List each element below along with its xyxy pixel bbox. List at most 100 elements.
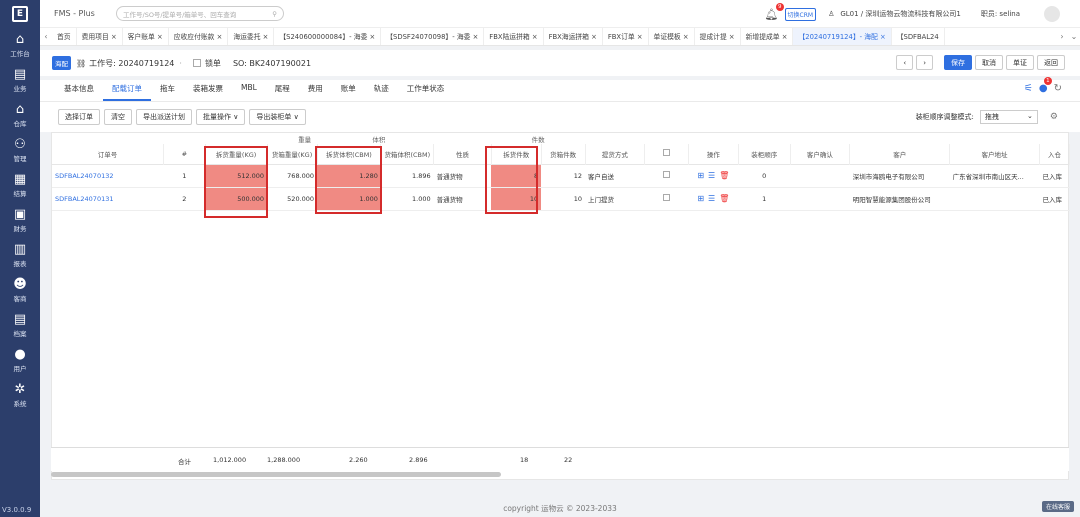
address-cell: 广东省深圳市南山区天...: [949, 164, 1040, 188]
page-tab[interactable]: FBX陆运拼箱 ×: [484, 28, 544, 45]
column-header[interactable]: 操作: [688, 144, 739, 164]
nature-cell: 普通货物: [433, 164, 492, 188]
column-header[interactable]: 装柜顺序: [738, 144, 791, 164]
page-tab[interactable]: 【SDFBAL24: [892, 28, 945, 45]
bell-icon[interactable]: 🔔︎ 9: [765, 2, 784, 21]
order-number-link[interactable]: SDFBAL24070131: [52, 187, 164, 211]
tabs-next-icon[interactable]: ›: [1056, 32, 1068, 41]
gear-icon[interactable]: ⚙: [1050, 112, 1058, 122]
column-header[interactable]: 提货方式: [585, 144, 646, 164]
export-loading-list-dropdown[interactable]: 导出装柜单 ∨: [249, 109, 306, 125]
page-tab[interactable]: FBX订单 ×: [603, 28, 649, 45]
global-search-input[interactable]: 工作号/SO号/提单号/箱单号、回车查询 ⚲: [116, 6, 284, 21]
detail-tab[interactable]: 轨迹: [365, 83, 398, 101]
user-notify-icon[interactable]: ● 1: [1039, 77, 1052, 94]
detail-tab[interactable]: 尾程: [266, 83, 299, 101]
column-header[interactable]: #: [163, 144, 206, 164]
link-icon[interactable]: ⛓: [76, 59, 86, 68]
edit-icon[interactable]: ⊞: [697, 171, 704, 180]
sidebar-item[interactable]: ▤ 档案: [0, 308, 40, 343]
horizontal-scrollbar[interactable]: [51, 472, 501, 477]
cancel-button[interactable]: 取消: [975, 55, 1003, 70]
page-tab[interactable]: 单证模板 ×: [649, 28, 695, 45]
company-name[interactable]: GL01 / 深圳运物云物流科技有限公司1: [840, 9, 961, 19]
tabs-prev-icon[interactable]: ‹: [40, 32, 52, 41]
page-tab[interactable]: 【S240600000084】- 海委 ×: [274, 28, 382, 45]
sidebar-item[interactable]: ⌂ 仓库: [0, 98, 40, 133]
refresh-icon[interactable]: ↻: [1054, 83, 1062, 94]
page-tab[interactable]: 【SDSF24070098】- 海委 ×: [381, 28, 485, 45]
page-tab[interactable]: 应收应付账款 ×: [169, 28, 229, 45]
edit-icon[interactable]: ⊞: [697, 194, 704, 203]
lock-checkbox[interactable]: [192, 59, 201, 67]
row-index: 1: [163, 164, 206, 188]
online-service-button[interactable]: 在线客服: [1041, 501, 1074, 512]
page-tab[interactable]: 新增提成单 ×: [741, 28, 794, 45]
delete-icon[interactable]: 🗑︎: [719, 194, 729, 203]
mode-select[interactable]: 拖拽 ⌄: [979, 110, 1038, 124]
logo-icon: E: [12, 6, 28, 22]
column-header[interactable]: 货箱体积(CBM): [380, 144, 435, 164]
detail-tab[interactable]: 拖车: [151, 83, 184, 101]
list-icon[interactable]: ☰: [708, 194, 715, 203]
box-pieces-cell: 10: [541, 187, 586, 211]
documents-button[interactable]: 单证: [1006, 55, 1034, 70]
switch-crm-button[interactable]: 切换CRM: [784, 7, 817, 21]
detail-tab[interactable]: 装箱发票: [184, 83, 232, 101]
batch-operation-dropdown[interactable]: 批量操作 ∨: [196, 109, 246, 125]
select-all-checkbox[interactable]: [644, 144, 689, 164]
avatar[interactable]: [1044, 6, 1060, 22]
page-tab[interactable]: 提成计提 ×: [695, 28, 741, 45]
detail-tab[interactable]: 配载订单: [103, 83, 151, 101]
sidebar-item[interactable]: ● 用户: [0, 343, 40, 378]
prev-record-button[interactable]: ‹: [896, 55, 914, 70]
chart-icon: ▥: [13, 242, 27, 257]
page-tab[interactable]: 【20240719124】- 海配 ×: [793, 28, 892, 45]
detail-tab[interactable]: 费用: [299, 83, 332, 101]
column-header[interactable]: 订单号: [52, 144, 164, 164]
select-order-button[interactable]: 选择订单: [58, 109, 100, 125]
row-checkbox[interactable]: [644, 164, 689, 188]
delete-icon[interactable]: 🗑︎: [719, 171, 729, 180]
detail-tab[interactable]: 基本信息: [55, 83, 103, 101]
page-tab[interactable]: 海运委托 ×: [228, 28, 275, 45]
role-label[interactable]: 职员: selina: [981, 9, 1020, 19]
export-delivery-plan-button[interactable]: 导出派送计划: [136, 109, 192, 125]
page-tab[interactable]: 费用项目 ×: [77, 28, 123, 45]
sidebar-item[interactable]: ▣ 财务: [0, 203, 40, 238]
search-icon[interactable]: ⚲: [272, 10, 277, 18]
sidebar-item[interactable]: ⌂ 工作台: [0, 28, 40, 63]
sidebar-item[interactable]: ▤ 业务: [0, 63, 40, 98]
sidebar-item[interactable]: ▥ 报表: [0, 238, 40, 273]
column-header[interactable]: 性质: [433, 144, 492, 164]
column-header[interactable]: 货箱重量(KG): [267, 144, 318, 164]
order-number-link[interactable]: SDFBAL24070132: [52, 164, 164, 188]
sliders-icon[interactable]: ⚟: [1024, 83, 1033, 94]
column-header[interactable]: 客户确认: [790, 144, 851, 164]
job-copy-icon[interactable]: ·: [179, 59, 182, 68]
clear-button[interactable]: 清空: [104, 109, 132, 125]
detail-tab[interactable]: 工作单状态: [398, 83, 454, 101]
notification-badge: 9: [776, 2, 784, 11]
row-actions: ⊞ ☰ 🗑︎: [688, 164, 739, 188]
sidebar-item[interactable]: ✲ 系统: [0, 378, 40, 413]
page-tab[interactable]: 首页: [52, 28, 77, 45]
column-header[interactable]: 货箱件数: [541, 144, 586, 164]
tabs-menu-icon[interactable]: ⌄: [1068, 32, 1080, 41]
page-tab[interactable]: 客户账单 ×: [123, 28, 169, 45]
column-header[interactable]: 客户: [849, 144, 951, 164]
back-button[interactable]: 返回: [1037, 55, 1065, 70]
sidebar-item[interactable]: ⚇ 管理: [0, 133, 40, 168]
save-button[interactable]: 保存: [944, 55, 972, 70]
row-checkbox[interactable]: [644, 187, 689, 211]
sidebar-item[interactable]: ▦ 结算: [0, 168, 40, 203]
page-tab[interactable]: FBX海运拼箱 ×: [544, 28, 603, 45]
detail-tab[interactable]: 账单: [332, 83, 365, 101]
next-record-button[interactable]: ›: [916, 55, 933, 70]
detail-tab[interactable]: MBL: [232, 83, 266, 101]
column-header[interactable]: 客户地址: [949, 144, 1040, 164]
list-icon[interactable]: ☰: [708, 171, 715, 180]
sidebar-item[interactable]: ☻ 客商: [0, 273, 40, 308]
app-logo[interactable]: E: [0, 0, 40, 28]
column-header[interactable]: 入仓: [1039, 144, 1071, 164]
